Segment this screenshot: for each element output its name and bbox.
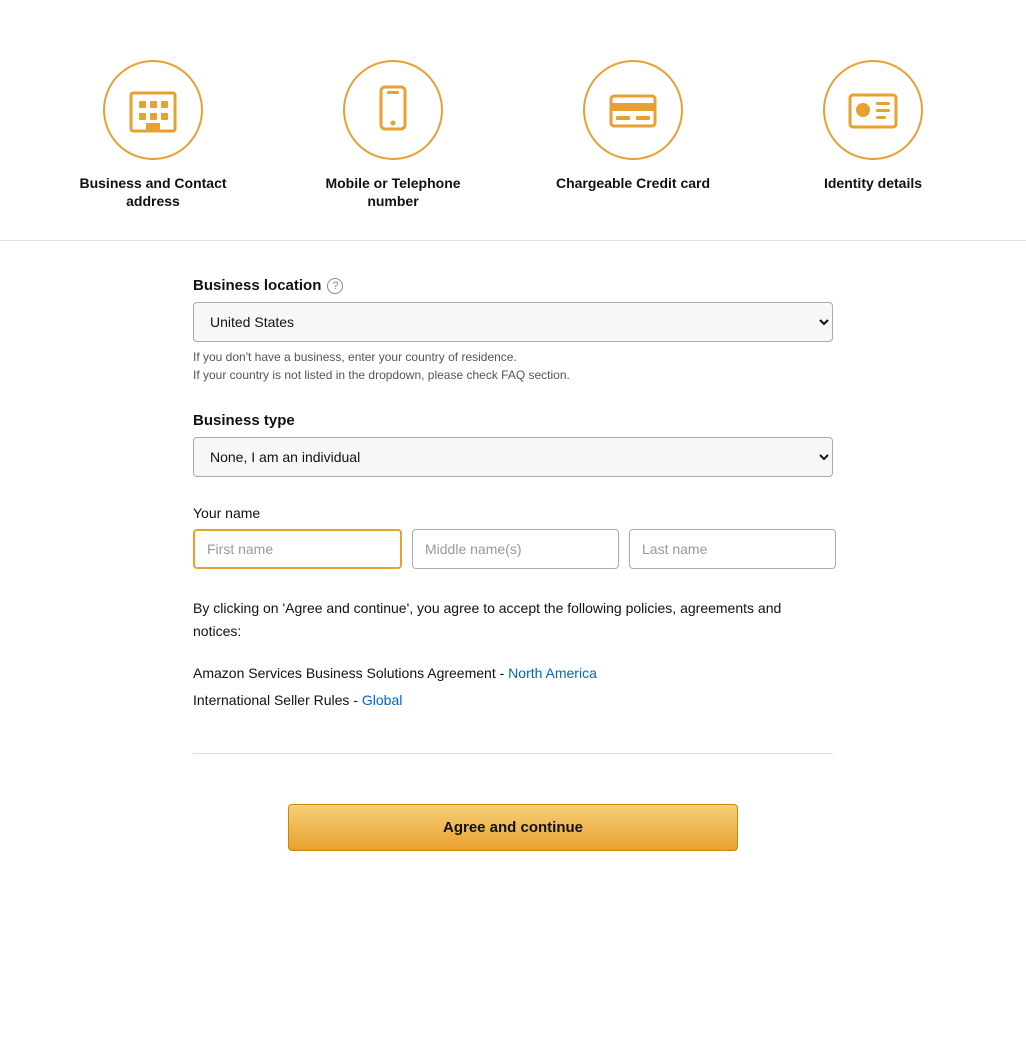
step-icon-identity	[823, 60, 923, 160]
step-business-contact: Business and Contact address	[63, 60, 243, 210]
credit-card-icon	[606, 83, 660, 137]
page-container: Business and Contact address Mobile or T…	[0, 0, 1026, 957]
step-icon-credit-card	[583, 60, 683, 160]
name-row	[193, 529, 833, 569]
global-link[interactable]: Global	[362, 692, 402, 708]
step-credit-card: Chargeable Credit card	[543, 60, 723, 210]
last-name-input[interactable]	[629, 529, 836, 569]
business-location-select[interactable]: United States United Kingdom Canada Germ…	[193, 302, 833, 342]
step-label-mobile: Mobile or Telephone number	[303, 174, 483, 210]
step-identity: Identity details	[783, 60, 963, 210]
your-name-label: Your name	[193, 505, 833, 521]
business-type-group: Business type None, I am an individual S…	[193, 412, 833, 477]
agree-continue-button[interactable]: Agree and continue	[288, 804, 738, 851]
step-icon-mobile	[343, 60, 443, 160]
first-name-input[interactable]	[193, 529, 402, 569]
your-name-group: Your name	[193, 505, 833, 569]
identity-icon	[846, 83, 900, 137]
agreement-line-1: Amazon Services Business Solutions Agree…	[193, 660, 833, 687]
divider	[193, 753, 833, 754]
step-mobile: Mobile or Telephone number	[303, 60, 483, 210]
steps-header: Business and Contact address Mobile or T…	[0, 40, 1026, 241]
business-location-hint: If you don't have a business, enter your…	[193, 348, 833, 384]
step-icon-business-contact	[103, 60, 203, 160]
business-location-group: Business location ? United States United…	[193, 277, 833, 384]
building-icon	[126, 83, 180, 137]
business-type-label: Business type	[193, 412, 833, 429]
submit-area: Agree and continue	[193, 784, 833, 861]
phone-icon	[366, 83, 420, 137]
agreement-links: Amazon Services Business Solutions Agree…	[193, 660, 833, 713]
step-label-credit-card: Chargeable Credit card	[556, 174, 710, 192]
business-type-select[interactable]: None, I am an individual Sole Proprietor…	[193, 437, 833, 477]
step-label-business-contact: Business and Contact address	[63, 174, 243, 210]
step-label-identity: Identity details	[824, 174, 922, 192]
business-location-help-icon[interactable]: ?	[327, 278, 343, 294]
north-america-link[interactable]: North America	[508, 665, 597, 681]
middle-name-input[interactable]	[412, 529, 619, 569]
business-location-label: Business location ?	[193, 277, 833, 294]
policy-text: By clicking on 'Agree and continue', you…	[193, 597, 833, 642]
agreement-line-2: International Seller Rules - Global	[193, 687, 833, 714]
form-section: Business location ? United States United…	[153, 241, 873, 897]
